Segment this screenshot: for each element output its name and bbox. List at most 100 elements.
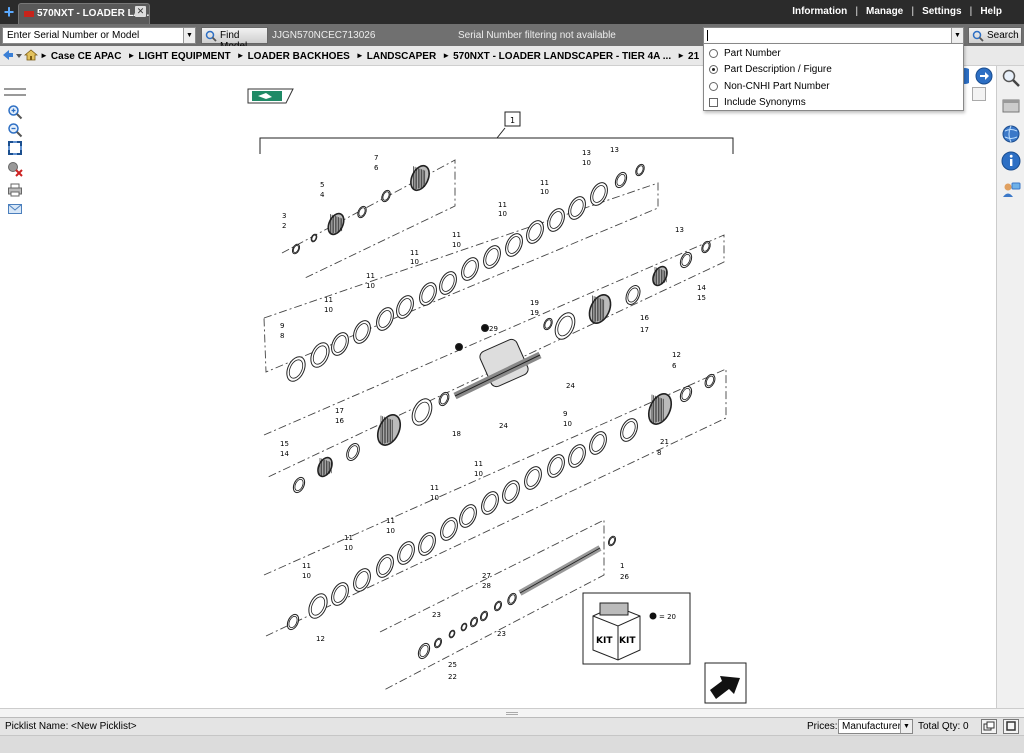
info-icon[interactable]	[1001, 151, 1021, 171]
ring-part[interactable]	[393, 293, 417, 321]
ring-part[interactable]	[305, 591, 331, 621]
nav-settings[interactable]: Settings	[914, 6, 969, 17]
ring-part[interactable]	[416, 642, 432, 661]
ring-part[interactable]	[586, 429, 610, 457]
email-icon[interactable]	[7, 201, 23, 217]
exploded-parts-diagram[interactable]: 1 32547613101311101110111011101110111098…	[34, 66, 996, 708]
chevron-down-icon[interactable]: ▼	[183, 28, 195, 43]
users-icon[interactable]	[1001, 180, 1021, 200]
ring-part[interactable]	[328, 330, 352, 358]
gear-part[interactable]	[585, 291, 615, 326]
ring-part[interactable]	[551, 310, 579, 343]
arrow-next-icon[interactable]	[975, 67, 993, 85]
ring-part[interactable]	[544, 452, 568, 480]
serial-input[interactable]: Enter Serial Number or Model ▼	[2, 27, 196, 44]
ring-part[interactable]	[344, 441, 362, 462]
ring-part[interactable]	[613, 171, 629, 190]
prices-select[interactable]: Manufacturer ▼	[838, 719, 913, 734]
ring-part[interactable]	[460, 622, 468, 632]
zoom-out-icon[interactable]	[7, 122, 23, 138]
ring-part[interactable]	[285, 613, 301, 632]
ring-part[interactable]	[469, 616, 479, 628]
crumb-case[interactable]: Case CE APAC	[51, 51, 122, 62]
ring-part[interactable]	[607, 535, 617, 547]
parts-list-icon[interactable]	[1001, 96, 1021, 116]
nav-manage[interactable]: Manage	[858, 6, 911, 17]
ring-part[interactable]	[678, 385, 694, 404]
nav-information[interactable]: Information	[784, 6, 855, 17]
gear-part[interactable]	[650, 264, 670, 287]
print-icon[interactable]	[7, 182, 23, 198]
option-non-cnhi[interactable]: Non-CNHI Part Number	[709, 79, 830, 93]
ring-part[interactable]	[458, 255, 482, 283]
ring-part[interactable]	[521, 464, 545, 492]
ring-part[interactable]	[350, 566, 374, 594]
search-input[interactable]: ▼	[703, 27, 964, 44]
ring-part[interactable]	[350, 318, 374, 346]
picklist-name[interactable]: <New Picklist>	[71, 721, 137, 732]
ring-part[interactable]	[394, 539, 418, 567]
kit-box[interactable]	[582, 592, 691, 665]
ring-part[interactable]	[310, 233, 318, 243]
restore-button[interactable]	[981, 719, 997, 734]
gear-part[interactable]	[325, 211, 347, 237]
ring-part[interactable]	[506, 592, 518, 606]
diagram-canvas[interactable]: 1 3 2 5 4 7 6 13 10 13 11 10 11 10 11 10 11 10 11 10 11 10 9 8…	[34, 66, 996, 708]
crumb-transmission[interactable]: 21 - TRANSMISSION	[688, 51, 700, 62]
fit-icon[interactable]	[7, 140, 23, 156]
ring-part[interactable]	[291, 243, 301, 255]
ring-part[interactable]	[623, 283, 643, 306]
ring-part[interactable]	[493, 600, 503, 612]
ring-part[interactable]	[283, 354, 309, 384]
ring-part[interactable]	[416, 280, 440, 308]
ring-part[interactable]	[291, 476, 307, 495]
ring-part[interactable]	[479, 610, 489, 622]
ring-part[interactable]	[408, 396, 436, 429]
plus-icon[interactable]: +	[2, 2, 16, 22]
ring-part[interactable]	[634, 163, 646, 177]
ring-part[interactable]	[356, 205, 368, 219]
ring-part[interactable]	[703, 373, 717, 389]
option-include-synonyms[interactable]: Include Synonyms	[709, 95, 806, 109]
long-shaft[interactable]	[518, 545, 602, 596]
chevron-down-icon[interactable]: ▼	[951, 28, 963, 43]
option-part-number[interactable]: Part Number	[709, 46, 781, 60]
ring-part[interactable]	[328, 580, 352, 608]
ring-part[interactable]	[565, 442, 589, 470]
ring-part[interactable]	[448, 629, 456, 639]
ring-part[interactable]	[617, 416, 641, 444]
ring-part[interactable]	[587, 180, 611, 208]
ring-part[interactable]	[380, 189, 392, 203]
find-model-button[interactable]: Find Model	[201, 27, 268, 52]
crumb-model[interactable]: 570NXT - LOADER LANDSCAPER - TIER 4A ...	[453, 51, 671, 62]
crumb-light-equipment[interactable]: LIGHT EQUIPMENT	[138, 51, 230, 62]
ring-part[interactable]	[502, 231, 526, 259]
back-arrow-icon[interactable]	[2, 49, 14, 61]
chevron-down-icon[interactable]: ▼	[900, 720, 912, 733]
gear-part[interactable]	[644, 390, 676, 427]
maximize-button[interactable]	[1003, 719, 1019, 734]
ring-part[interactable]	[700, 240, 712, 254]
gear-part[interactable]	[373, 411, 405, 448]
figure-thumbnail[interactable]	[247, 88, 294, 104]
ring-part[interactable]	[307, 340, 333, 370]
clear-search-icon[interactable]	[7, 161, 23, 177]
ring-part[interactable]	[499, 478, 523, 506]
toolbar-grip[interactable]	[4, 88, 26, 96]
ring-part[interactable]	[433, 637, 443, 649]
chevron-down-icon[interactable]	[16, 49, 22, 61]
home-icon[interactable]	[24, 49, 38, 61]
gear-part[interactable]	[315, 455, 335, 478]
ring-part[interactable]	[544, 206, 568, 234]
splitter-handle[interactable]	[506, 712, 518, 715]
option-part-description[interactable]: Part Description / Figure	[709, 62, 832, 76]
panel-splitter[interactable]	[0, 708, 1024, 717]
tab-model[interactable]: 570NXT - LOADER LA... ✕	[18, 3, 150, 24]
nav-help[interactable]: Help	[972, 6, 1010, 17]
search-button[interactable]: Search	[968, 27, 1022, 44]
close-icon[interactable]: ✕	[135, 6, 146, 17]
globe-icon[interactable]	[1001, 124, 1021, 144]
radio-non-cnhi[interactable]	[709, 81, 718, 91]
panel-toggle[interactable]	[972, 87, 986, 101]
crumb-landscaper[interactable]: LANDSCAPER	[367, 51, 436, 62]
